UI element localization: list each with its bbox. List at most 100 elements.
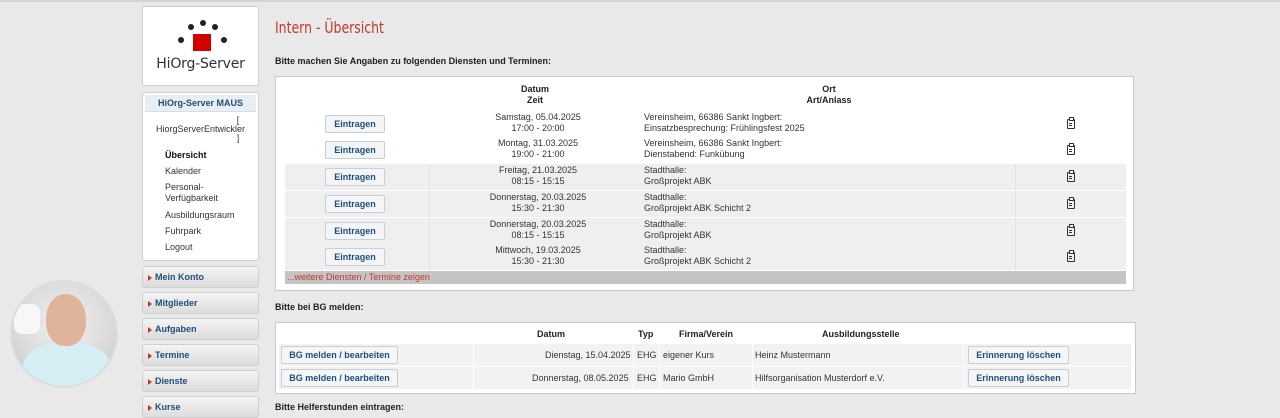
duty-row: Eintragen Samstag, 05.04.2025 17:00 - 20:… bbox=[285, 111, 1126, 137]
delete-reminder-button[interactable]: Erinnerung löschen bbox=[968, 369, 1069, 387]
cell-divider bbox=[1015, 218, 1016, 244]
duty-row: Eintragen Montag, 31.03.2025 19:00 - 21:0… bbox=[285, 137, 1126, 163]
duty-time: 19:00 - 21:00 bbox=[511, 149, 565, 159]
eintragen-button[interactable]: Eintragen bbox=[325, 141, 385, 159]
duty-datetime: Donnerstag, 20.03.2025 15:30 - 21:30 bbox=[473, 192, 603, 214]
logo-dot bbox=[188, 24, 194, 30]
menu-termine[interactable]: Termine bbox=[142, 344, 259, 366]
clipboard-icon[interactable] bbox=[1067, 197, 1075, 209]
menu-dienste[interactable]: Dienste bbox=[142, 370, 259, 392]
eintragen-button[interactable]: Eintragen bbox=[325, 115, 385, 133]
nav-uebersicht[interactable]: Übersicht bbox=[143, 143, 258, 162]
logo-dot bbox=[221, 37, 227, 43]
clipboard-icon[interactable] bbox=[1067, 143, 1075, 155]
nav-ausbildungsraum[interactable]: Ausbildungsraum bbox=[143, 206, 258, 222]
duty-date: Donnerstag, 20.03.2025 bbox=[489, 192, 587, 202]
bg-col-stelle: Ausbildungsstelle bbox=[822, 329, 900, 339]
page-title: Intern - Übersicht bbox=[275, 18, 384, 37]
cell-divider bbox=[1015, 244, 1016, 270]
bracket-close: ] bbox=[236, 133, 240, 143]
section-bg-title: Bitte bei BG melden: bbox=[275, 302, 364, 312]
clipboard-icon[interactable] bbox=[1067, 117, 1075, 129]
duty-date: Donnerstag, 20.03.2025 bbox=[489, 219, 587, 229]
cell-divider bbox=[429, 164, 430, 190]
user-name[interactable]: HiorgServerEntwickler bbox=[143, 125, 258, 134]
cell-divider bbox=[659, 367, 660, 389]
duty-date: Montag, 31.03.2025 bbox=[497, 138, 579, 148]
triangle-right-icon bbox=[148, 405, 152, 411]
duty-row: Eintragen Freitag, 21.03.2025 08:15 - 15:… bbox=[285, 164, 1126, 190]
duty-location: Stadthalle: Großprojekt ABK Schicht 2 bbox=[644, 245, 751, 267]
col-label-anlass: Art/Anlass bbox=[806, 95, 852, 105]
nav-box: HiOrg-Server MAUS [ HiorgServerEntwickle… bbox=[142, 92, 259, 261]
triangle-right-icon bbox=[148, 301, 152, 307]
clipboard-icon[interactable] bbox=[1067, 170, 1075, 182]
duty-row: Eintragen Mittwoch, 19.03.2025 15:30 - 21… bbox=[285, 244, 1126, 270]
col-label-zeit: Zeit bbox=[526, 95, 543, 105]
menu-label: Mitglieder bbox=[155, 298, 198, 308]
bg-edit-button[interactable]: BG melden / bearbeiten bbox=[281, 346, 398, 364]
cell-divider bbox=[429, 191, 430, 217]
duty-anlass: Großprojekt ABK bbox=[644, 176, 712, 186]
bg-col-firma: Firma/Verein bbox=[679, 329, 734, 339]
triangle-right-icon bbox=[148, 327, 152, 333]
eintragen-button[interactable]: Eintragen bbox=[325, 168, 385, 186]
menu-label: Aufgaben bbox=[155, 324, 197, 334]
menu-mein-konto[interactable]: Mein Konto bbox=[142, 266, 259, 288]
logo[interactable]: HiOrg-Server bbox=[142, 6, 259, 86]
duty-datetime: Donnerstag, 20.03.2025 08:15 - 15:15 bbox=[473, 219, 603, 241]
nav-personal-verfuegbarkeit[interactable]: Personal-Verfügbarkeit bbox=[143, 178, 233, 206]
bg-stelle: Hilfsorganisation Musterdorf e.V. bbox=[755, 373, 885, 383]
duty-anlass: Großprojekt ABK Schicht 2 bbox=[644, 256, 752, 266]
duty-anlass: Großprojekt ABK Schicht 2 bbox=[644, 203, 752, 213]
duties-panel: Datum Zeit Ort Art/Anlass Eintragen Sams… bbox=[275, 76, 1134, 291]
cell-divider bbox=[963, 344, 964, 366]
bg-date: Dienstag, 15.04.2025 bbox=[545, 350, 631, 360]
duty-datetime: Freitag, 21.03.2025 08:15 - 15:15 bbox=[473, 165, 603, 187]
col-head-ort: Ort Art/Anlass bbox=[769, 84, 889, 106]
nav-kalender[interactable]: Kalender bbox=[143, 162, 258, 178]
more-duties-link[interactable]: ...weitere Diensten / Termine zeigen bbox=[285, 271, 1126, 284]
duty-ort: Stadthalle: bbox=[644, 219, 687, 229]
cell-divider bbox=[752, 367, 753, 389]
bg-firma: Mario GmbH bbox=[663, 373, 715, 383]
eintragen-button[interactable]: Eintragen bbox=[325, 248, 385, 266]
webcam-background bbox=[14, 304, 40, 334]
menu-aufgaben[interactable]: Aufgaben bbox=[142, 318, 259, 340]
nav-logout[interactable]: Logout bbox=[143, 238, 258, 254]
menu-mitglieder[interactable]: Mitglieder bbox=[142, 292, 259, 314]
cell-divider bbox=[473, 367, 474, 389]
clipboard-icon[interactable] bbox=[1067, 224, 1075, 236]
duty-location: Stadthalle: Großprojekt ABK Schicht 2 bbox=[644, 192, 751, 214]
cell-divider bbox=[752, 344, 753, 366]
col-label-ort: Ort bbox=[822, 84, 836, 94]
logo-dot bbox=[212, 24, 218, 30]
menu-label: Dienste bbox=[155, 376, 188, 386]
logo-square bbox=[193, 34, 211, 51]
duty-anlass: Einsatzbesprechung: Frühlingsfest 2025 bbox=[644, 123, 805, 133]
duty-time: 15:30 - 21:30 bbox=[511, 203, 565, 213]
duty-date: Samstag, 05.04.2025 bbox=[495, 112, 581, 122]
bg-row: BG melden / bearbeiten Donnerstag, 08.05… bbox=[279, 367, 1131, 389]
webcam-person-body bbox=[22, 342, 112, 386]
duty-ort: Stadthalle: bbox=[644, 165, 687, 175]
logo-dot bbox=[178, 37, 184, 43]
triangle-right-icon bbox=[148, 353, 152, 359]
delete-reminder-button[interactable]: Erinnerung löschen bbox=[968, 346, 1069, 364]
bg-col-datum: Datum bbox=[537, 329, 566, 339]
bg-edit-button[interactable]: BG melden / bearbeiten bbox=[281, 369, 398, 387]
section-hours-title: Bitte Helferstunden eintragen: bbox=[275, 402, 405, 412]
col-label-datum: Datum bbox=[520, 84, 549, 94]
duty-location: Stadthalle: Großprojekt ABK bbox=[644, 219, 712, 241]
duty-anlass: Großprojekt ABK bbox=[644, 230, 712, 240]
cell-divider bbox=[429, 218, 430, 244]
duty-location: Vereinsheim, 66386 Sankt Ingbert: Diensta… bbox=[644, 138, 782, 160]
menu-label: Mein Konto bbox=[155, 272, 204, 282]
menu-kurse[interactable]: Kurse bbox=[142, 396, 259, 418]
nav-fuhrpark[interactable]: Fuhrpark bbox=[143, 222, 258, 238]
section-duties-title: Bitte machen Sie Angaben zu folgenden Di… bbox=[275, 56, 552, 66]
eintragen-button[interactable]: Eintragen bbox=[325, 195, 385, 213]
eintragen-button[interactable]: Eintragen bbox=[325, 222, 385, 240]
cell-divider bbox=[1015, 164, 1016, 190]
clipboard-icon[interactable] bbox=[1067, 250, 1075, 262]
